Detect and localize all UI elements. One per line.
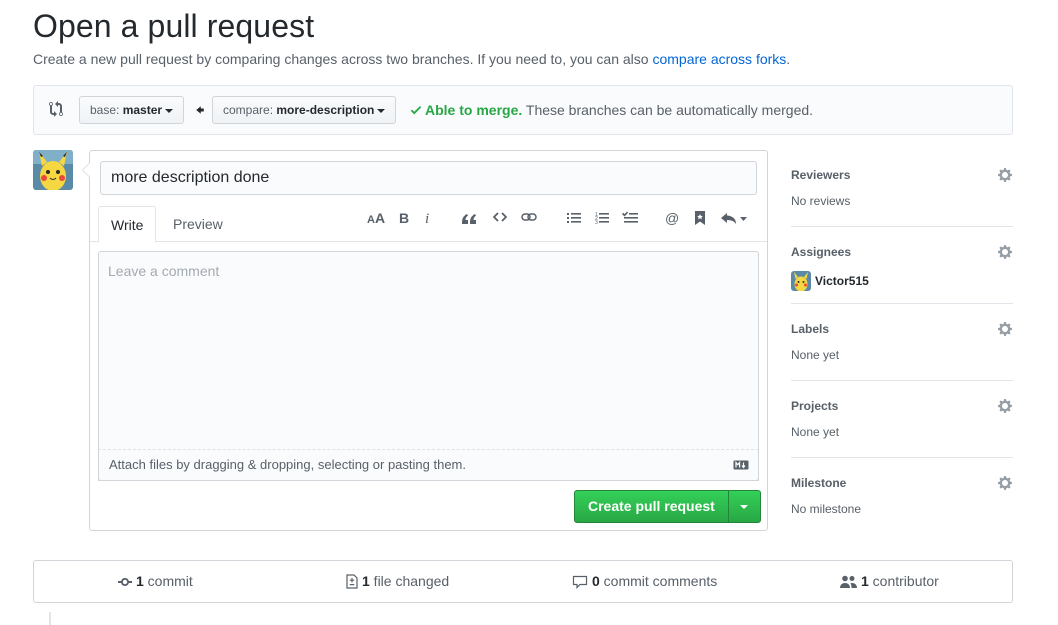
summary-commit-comments[interactable]: 0 commit comments bbox=[572, 561, 717, 602]
svg-text:3: 3 bbox=[595, 220, 598, 225]
sidebar-heading-labels[interactable]: Labels bbox=[791, 322, 829, 336]
base-prefix: base: bbox=[90, 103, 123, 117]
sidebar-reviewers: Reviewers No reviews bbox=[791, 150, 1013, 227]
mention-icon[interactable]: @ bbox=[662, 211, 682, 229]
summary-contributors[interactable]: 1 contributor bbox=[840, 561, 939, 602]
compare-prefix: compare: bbox=[223, 103, 277, 117]
commits-label: commit bbox=[143, 573, 193, 589]
tab-write[interactable]: Write bbox=[98, 206, 157, 243]
merge-status-message: These branches can be automatically merg… bbox=[522, 102, 814, 118]
code-icon[interactable] bbox=[490, 211, 510, 229]
bold-icon[interactable]: B bbox=[394, 211, 414, 229]
gear-icon[interactable] bbox=[997, 167, 1013, 183]
sidebar-assignees: Assignees Victor515 bbox=[791, 227, 1013, 304]
gear-icon[interactable] bbox=[997, 398, 1013, 414]
comment-placeholder: Leave a comment bbox=[108, 263, 220, 279]
subtitle-text: Create a new pull request by comparing c… bbox=[33, 51, 653, 67]
ordered-list-icon[interactable]: 123 bbox=[592, 211, 612, 229]
chevron-down-icon bbox=[165, 108, 174, 113]
gear-icon[interactable] bbox=[997, 321, 1013, 337]
attach-files-area[interactable]: Attach files by dragging & dropping, sel… bbox=[98, 449, 759, 481]
sidebar-value-labels: None yet bbox=[791, 348, 840, 362]
gear-icon[interactable] bbox=[997, 244, 1013, 260]
contributors-count: 1 bbox=[861, 573, 869, 589]
merge-status-label: Able to merge. bbox=[425, 102, 523, 118]
svg-text:@: @ bbox=[665, 211, 679, 225]
saved-reply-icon[interactable] bbox=[690, 211, 710, 229]
sidebar-labels: Labels None yet bbox=[791, 304, 1013, 381]
tab-preview[interactable]: Preview bbox=[161, 206, 235, 242]
timeline-line bbox=[49, 612, 51, 625]
assignee-avatar bbox=[791, 271, 811, 291]
assignee-link[interactable]: Victor515 bbox=[791, 271, 869, 291]
compare-branch-selector[interactable]: compare: more-description bbox=[212, 96, 397, 124]
comments-count: 0 bbox=[592, 573, 600, 589]
file-diff-icon bbox=[346, 574, 358, 589]
people-icon bbox=[840, 575, 857, 588]
create-options-dropdown[interactable] bbox=[727, 491, 760, 522]
commits-count: 1 bbox=[136, 573, 144, 589]
comment-textarea[interactable]: Leave a comment bbox=[98, 251, 759, 481]
base-branch-name: master bbox=[122, 103, 163, 117]
text-size-icon[interactable]: AA bbox=[366, 211, 386, 229]
sidebar-heading-reviewers[interactable]: Reviewers bbox=[791, 168, 850, 182]
unordered-list-icon[interactable] bbox=[564, 211, 584, 229]
sidebar-value-projects: None yet bbox=[791, 425, 840, 439]
compare-branch-name: more-description bbox=[276, 103, 375, 117]
sidebar-heading-assignees[interactable]: Assignees bbox=[791, 245, 851, 259]
comments-label: commit comments bbox=[599, 573, 718, 589]
task-list-icon[interactable] bbox=[620, 211, 640, 229]
chevron-down-icon bbox=[377, 108, 386, 113]
contributors-label: contributor bbox=[868, 573, 939, 589]
arrow-left-icon bbox=[194, 103, 208, 117]
git-compare-icon bbox=[49, 101, 67, 119]
avatar[interactable] bbox=[33, 150, 73, 190]
markdown-icon[interactable] bbox=[733, 460, 749, 470]
svg-text:i: i bbox=[425, 211, 429, 225]
create-pull-request-button[interactable]: Create pull request bbox=[574, 490, 761, 523]
subtitle-suffix: . bbox=[786, 51, 791, 67]
sidebar-value-milestone: No milestone bbox=[791, 502, 862, 516]
files-label: file changed bbox=[369, 573, 450, 589]
svg-text:B: B bbox=[399, 211, 409, 225]
branch-range-bar: base: master compare: more-description A… bbox=[33, 85, 1013, 135]
pull-request-form: Write Preview AA B i 123 @ Leave a comme… bbox=[82, 150, 768, 531]
sidebar-heading-projects[interactable]: Projects bbox=[791, 399, 838, 413]
pr-title-input[interactable] bbox=[100, 161, 757, 195]
sidebar-milestone: Milestone No milestone bbox=[791, 458, 1013, 535]
attach-files-text: Attach files by dragging & dropping, sel… bbox=[109, 457, 466, 472]
italic-icon[interactable]: i bbox=[418, 211, 438, 229]
comment-icon bbox=[572, 575, 588, 589]
sidebar-projects: Projects None yet bbox=[791, 381, 1013, 458]
svg-text:A: A bbox=[367, 214, 375, 225]
link-icon[interactable] bbox=[519, 211, 539, 229]
pr-summary-bar: 1 commit 1 file changed 0 commit comment… bbox=[33, 560, 1013, 603]
quote-icon[interactable] bbox=[459, 211, 479, 229]
summary-files-changed[interactable]: 1 file changed bbox=[346, 561, 449, 602]
compare-across-forks-link[interactable]: compare across forks bbox=[652, 51, 786, 67]
base-branch-selector[interactable]: base: master bbox=[79, 96, 185, 124]
assignee-name: Victor515 bbox=[815, 274, 869, 288]
files-count: 1 bbox=[362, 573, 370, 589]
sidebar-value-reviewers: No reviews bbox=[791, 194, 851, 208]
reply-icon[interactable] bbox=[720, 211, 750, 229]
merge-status: Able to merge. These branches can be aut… bbox=[410, 102, 813, 118]
svg-text:A: A bbox=[375, 211, 385, 225]
create-pull-request-label: Create pull request bbox=[588, 498, 715, 514]
check-icon bbox=[410, 106, 422, 115]
gear-icon[interactable] bbox=[997, 475, 1013, 491]
commit-icon bbox=[118, 578, 132, 586]
summary-commits[interactable]: 1 commit bbox=[118, 561, 193, 602]
chevron-down-icon bbox=[740, 505, 749, 510]
sidebar: Reviewers No reviews Assignees Victor515… bbox=[791, 150, 1013, 535]
page-title: Open a pull request bbox=[33, 8, 315, 44]
sidebar-heading-milestone[interactable]: Milestone bbox=[791, 476, 846, 490]
page-subtitle: Create a new pull request by comparing c… bbox=[33, 51, 790, 67]
